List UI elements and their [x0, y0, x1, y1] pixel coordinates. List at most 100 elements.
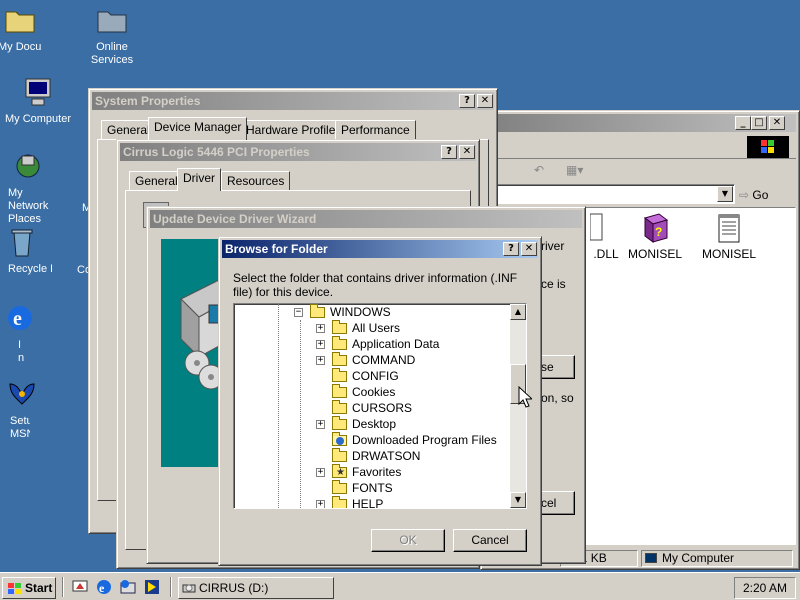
- desktop-icon-msn[interactable]: Setup MSN Internet Access: [0, 378, 44, 441]
- svg-text:e: e: [13, 308, 22, 330]
- tab-hardware-profiles[interactable]: Hardware Profiles: [240, 120, 348, 140]
- scroll-up-button[interactable]: ▲: [510, 304, 526, 320]
- tree-item-label: Cookies: [352, 385, 396, 399]
- button-label: cel: [541, 496, 557, 510]
- tab-label: Device Manager: [154, 120, 242, 134]
- go-arrow-icon: ⇨: [739, 188, 750, 202]
- expand-toggle-icon[interactable]: +: [316, 356, 325, 365]
- folder-icon: [332, 384, 347, 398]
- desktop-icon-network-places[interactable]: My Network Places: [0, 150, 58, 226]
- ie-quick-launch-icon[interactable]: e: [96, 579, 112, 595]
- tab-driver[interactable]: Driver: [177, 168, 221, 191]
- minimize-button[interactable]: _: [735, 116, 751, 130]
- show-desktop-icon[interactable]: [72, 579, 88, 595]
- folder-icon: [332, 368, 347, 382]
- expand-toggle-icon[interactable]: +: [316, 500, 325, 508]
- desktop-icon-label: Setup MSN Internet Access: [10, 415, 30, 440]
- desktop-icon-recycle-bin[interactable]: Recycle Bin: [0, 226, 52, 275]
- window-title: Update Device Driver Wizard: [153, 212, 317, 226]
- desktop-icon-online-services[interactable]: Online Services: [74, 4, 150, 67]
- desktop-icon-my-documents[interactable]: My Documents: [0, 4, 42, 53]
- desktop-icon-internet-explorer[interactable]: e Internet Explorer: [0, 302, 40, 365]
- close-button[interactable]: ✕: [459, 145, 475, 159]
- outlook-express-icon[interactable]: [120, 579, 136, 595]
- svg-text:e: e: [99, 581, 105, 595]
- window-title: System Properties: [95, 94, 201, 108]
- tree-item-label: Desktop: [352, 417, 397, 431]
- tree-item-label: Downloaded Program Files: [352, 433, 497, 447]
- tab-label: General: [107, 123, 150, 137]
- folder-icon: [332, 448, 347, 462]
- close-button[interactable]: ✕: [769, 116, 785, 130]
- tree-item-label: CONFIG: [352, 369, 399, 383]
- browse-instruction: Select the folder that contains driver i…: [233, 271, 518, 299]
- browse-for-folder-dialog[interactable]: Browse for Folder ? ✕ Select the folder …: [218, 236, 542, 566]
- help-button[interactable]: ?: [459, 94, 475, 108]
- tab-resources[interactable]: Resources: [221, 171, 291, 191]
- folder-icon: [332, 352, 347, 366]
- channels-icon[interactable]: [144, 579, 160, 595]
- tab-performance[interactable]: Performance: [335, 120, 416, 140]
- file-item[interactable]: .DLL: [581, 212, 631, 261]
- wizard-cancel-button[interactable]: cel: [541, 491, 575, 515]
- toolbar: ↶ ▦▾: [484, 160, 796, 182]
- desktop-icon-label: Online Services: [90, 41, 134, 66]
- go-button[interactable]: ⇨ Go: [739, 185, 783, 205]
- ok-button[interactable]: OK: [371, 529, 445, 552]
- close-button[interactable]: ✕: [477, 94, 493, 108]
- dll-icon: [589, 213, 603, 241]
- tree-item-label: HELP: [352, 497, 384, 509]
- start-button[interactable]: Start: [2, 577, 56, 599]
- system-properties-titlebar[interactable]: System Properties: [92, 92, 494, 110]
- expand-toggle-icon[interactable]: +: [316, 324, 325, 333]
- window-title: Browse for Folder: [225, 242, 328, 256]
- cancel-button[interactable]: Cancel: [453, 529, 527, 552]
- button-label: OK: [399, 533, 417, 547]
- folder-tree[interactable]: − WINDOWS + All Users + Application Data + COMM…: [233, 303, 527, 509]
- tree-item-label: CURSORS: [352, 401, 413, 415]
- address-field[interactable]: [495, 184, 735, 204]
- file-item[interactable]: ? MONISEL: [625, 212, 685, 261]
- expand-toggle-icon[interactable]: +: [316, 340, 325, 349]
- desktop-icon-label: Recycle Bin: [8, 263, 52, 275]
- favorites-folder-icon: ★: [332, 464, 347, 478]
- tab-device-manager[interactable]: Device Manager: [148, 117, 248, 140]
- desktop-icon-my-computer[interactable]: My Computer: [0, 76, 76, 125]
- browse-button[interactable]: se: [541, 355, 575, 379]
- undo-icon[interactable]: ↶: [534, 163, 544, 177]
- file-name: MONISEL: [627, 247, 682, 261]
- views-icon[interactable]: ▦▾: [566, 163, 583, 177]
- network-icon: [16, 154, 40, 178]
- folder-icon: [332, 400, 347, 414]
- task-button-cirrus[interactable]: CIRRUS (D:): [178, 577, 334, 599]
- wizard-titlebar[interactable]: Update Device Driver Wizard: [150, 210, 582, 228]
- cd-drive-icon: [182, 584, 196, 593]
- expand-toggle-icon[interactable]: +: [316, 420, 325, 429]
- system-tray: 2:20 AM: [734, 577, 796, 599]
- button-label: se: [541, 360, 554, 374]
- tab-label: Driver: [183, 171, 215, 185]
- file-item[interactable]: MONISEL: [699, 212, 759, 261]
- wizard-text-fragment: river: [541, 239, 565, 253]
- expand-toggle-icon[interactable]: −: [294, 308, 303, 317]
- status-location: My Computer: [662, 551, 735, 565]
- tree-item-label: FONTS: [352, 481, 393, 495]
- help-button[interactable]: ?: [441, 145, 457, 159]
- folder-icon: [310, 304, 325, 318]
- tab-general[interactable]: General: [129, 171, 184, 191]
- file-name: MONISEL: [701, 247, 756, 261]
- expand-toggle-icon[interactable]: +: [316, 468, 325, 477]
- address-dropdown-button[interactable]: ▼: [717, 186, 733, 202]
- browse-titlebar[interactable]: Browse for Folder: [222, 240, 538, 258]
- maximize-button[interactable]: □: [751, 116, 767, 130]
- tree-item-label: COMMAND: [352, 353, 416, 367]
- folder-icon: [332, 480, 347, 494]
- cirrus-properties-titlebar[interactable]: Cirrus Logic 5446 PCI Properties: [120, 143, 476, 161]
- windows-logo-icon: [747, 136, 789, 158]
- tab-label: Resources: [227, 174, 285, 188]
- window-title: Cirrus Logic 5446 PCI Properties: [123, 145, 310, 159]
- close-button[interactable]: ✕: [521, 242, 537, 256]
- desktop-icon-label: My Network Places: [8, 187, 49, 225]
- scroll-down-button[interactable]: ▼: [510, 492, 526, 508]
- help-button[interactable]: ?: [503, 242, 519, 256]
